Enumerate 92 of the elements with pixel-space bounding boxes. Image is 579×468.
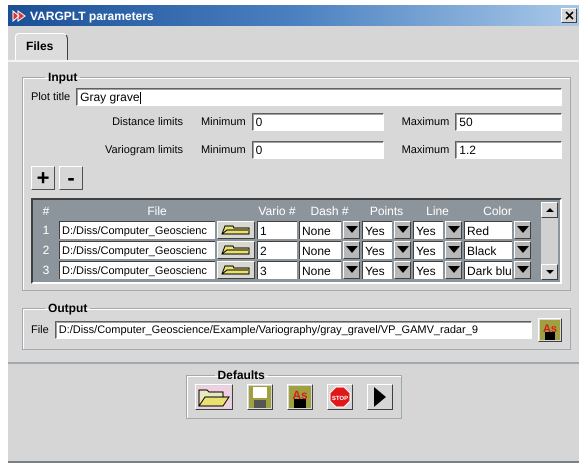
add-button[interactable]: + — [31, 166, 55, 190]
scroll-down-button[interactable] — [541, 264, 558, 280]
vario-field[interactable]: 2 — [257, 240, 297, 258]
dropdown-button[interactable] — [445, 260, 462, 278]
field-label: File — [31, 324, 49, 336]
row-number: 1 — [42, 222, 50, 236]
input-field[interactable]: 1.2 — [455, 141, 562, 159]
down-triangle-icon — [346, 246, 358, 253]
column-header: Color — [482, 204, 513, 218]
field-label: Maximum — [402, 144, 450, 156]
line-select[interactable]: Yes — [413, 260, 443, 278]
folder-icon — [221, 224, 251, 235]
folder-icon — [196, 386, 230, 408]
down-triangle-icon — [516, 226, 528, 233]
column-header: Points — [368, 204, 404, 218]
row-number: 3 — [42, 262, 50, 276]
file-field[interactable]: D:/Diss/Computer_Geoscienc — [59, 260, 215, 278]
play-icon — [374, 387, 386, 407]
field-label: Minimum — [201, 116, 246, 128]
scroll-up-button[interactable] — [541, 202, 558, 218]
input-field[interactable]: 50 — [455, 113, 562, 131]
app-icon — [12, 8, 26, 22]
remove-button[interactable]: - — [59, 166, 83, 190]
color-select[interactable]: Dark blu — [464, 260, 512, 278]
points-select[interactable]: Yes — [362, 240, 392, 258]
vario-field[interactable]: 3 — [257, 260, 297, 278]
window-title: VARGPLT parameters — [30, 8, 155, 22]
line-select[interactable]: Yes — [413, 240, 443, 258]
dropdown-button[interactable] — [343, 240, 360, 258]
column-header: Vario # — [257, 204, 297, 218]
down-triangle-icon — [396, 266, 408, 273]
dropdown-button[interactable] — [394, 220, 411, 238]
row-number: 2 — [42, 242, 50, 256]
field-label: Distance limits — [111, 116, 183, 128]
field-label: Minimum — [201, 144, 246, 156]
field-label: Plot title — [31, 91, 70, 103]
group-legend: Output — [45, 301, 90, 315]
down-triangle-icon — [346, 266, 358, 273]
input-field[interactable]: 0 — [252, 141, 384, 159]
folder-icon — [221, 244, 251, 255]
field-label: Variogram limits — [104, 144, 183, 156]
browse-button[interactable] — [217, 220, 255, 238]
dash-select[interactable]: None — [299, 220, 341, 238]
down-triangle-icon — [448, 246, 460, 253]
open-button[interactable] — [194, 384, 232, 410]
up-arrow-icon — [546, 208, 554, 212]
down-triangle-icon — [516, 246, 528, 253]
vario-field[interactable]: 1 — [257, 220, 297, 238]
group-legend: Input — [45, 70, 80, 84]
down-triangle-icon — [448, 266, 460, 273]
save-button[interactable] — [246, 384, 272, 410]
down-arrow-icon — [546, 270, 554, 274]
scrollbar[interactable] — [541, 202, 558, 280]
dropdown-button[interactable] — [445, 240, 462, 258]
dash-select[interactable]: None — [299, 260, 341, 278]
input-field[interactable]: Gray grave — [76, 88, 562, 106]
down-triangle-icon — [448, 226, 460, 233]
tab[interactable]: Files — [15, 33, 68, 60]
column-header: Dash # — [309, 204, 350, 218]
browse-button[interactable] — [217, 260, 255, 278]
down-triangle-icon — [346, 226, 358, 233]
points-select[interactable]: Yes — [362, 220, 392, 238]
dropdown-button[interactable] — [514, 240, 531, 258]
field-label: Maximum — [402, 116, 450, 128]
run-button[interactable] — [366, 384, 392, 410]
close-icon — [564, 11, 574, 20]
file-field[interactable]: D:/Diss/Computer_Geoscienc — [59, 220, 215, 238]
dash-select[interactable]: None — [299, 240, 341, 258]
dropdown-button[interactable] — [394, 260, 411, 278]
down-triangle-icon — [396, 226, 408, 233]
dropdown-button[interactable] — [343, 220, 360, 238]
dropdown-button[interactable] — [445, 220, 462, 238]
down-triangle-icon — [516, 266, 528, 273]
points-select[interactable]: Yes — [362, 260, 392, 278]
group-legend: Defaults — [214, 368, 268, 382]
down-triangle-icon — [396, 246, 408, 253]
file-field[interactable]: D:/Diss/Computer_Geoscienc — [59, 240, 215, 258]
input-field[interactable]: 0 — [252, 113, 384, 131]
column-header: Line — [425, 204, 450, 218]
dropdown-button[interactable] — [514, 260, 531, 278]
folder-icon — [221, 264, 251, 275]
line-select[interactable]: Yes — [413, 220, 443, 238]
browse-button[interactable] — [217, 240, 255, 258]
input-field[interactable]: D:/Diss/Computer_Geoscience/Example/Variography/gray_gravel/VP_GAMV_radar_9 — [54, 321, 532, 339]
dropdown-button[interactable] — [343, 260, 360, 278]
color-select[interactable]: Red — [464, 220, 512, 238]
dropdown-button[interactable] — [394, 240, 411, 258]
color-select[interactable]: Black — [464, 240, 512, 258]
close-button[interactable] — [561, 8, 577, 23]
dropdown-button[interactable] — [514, 220, 531, 238]
column-header: File — [146, 204, 168, 218]
column-header: # — [42, 204, 50, 218]
